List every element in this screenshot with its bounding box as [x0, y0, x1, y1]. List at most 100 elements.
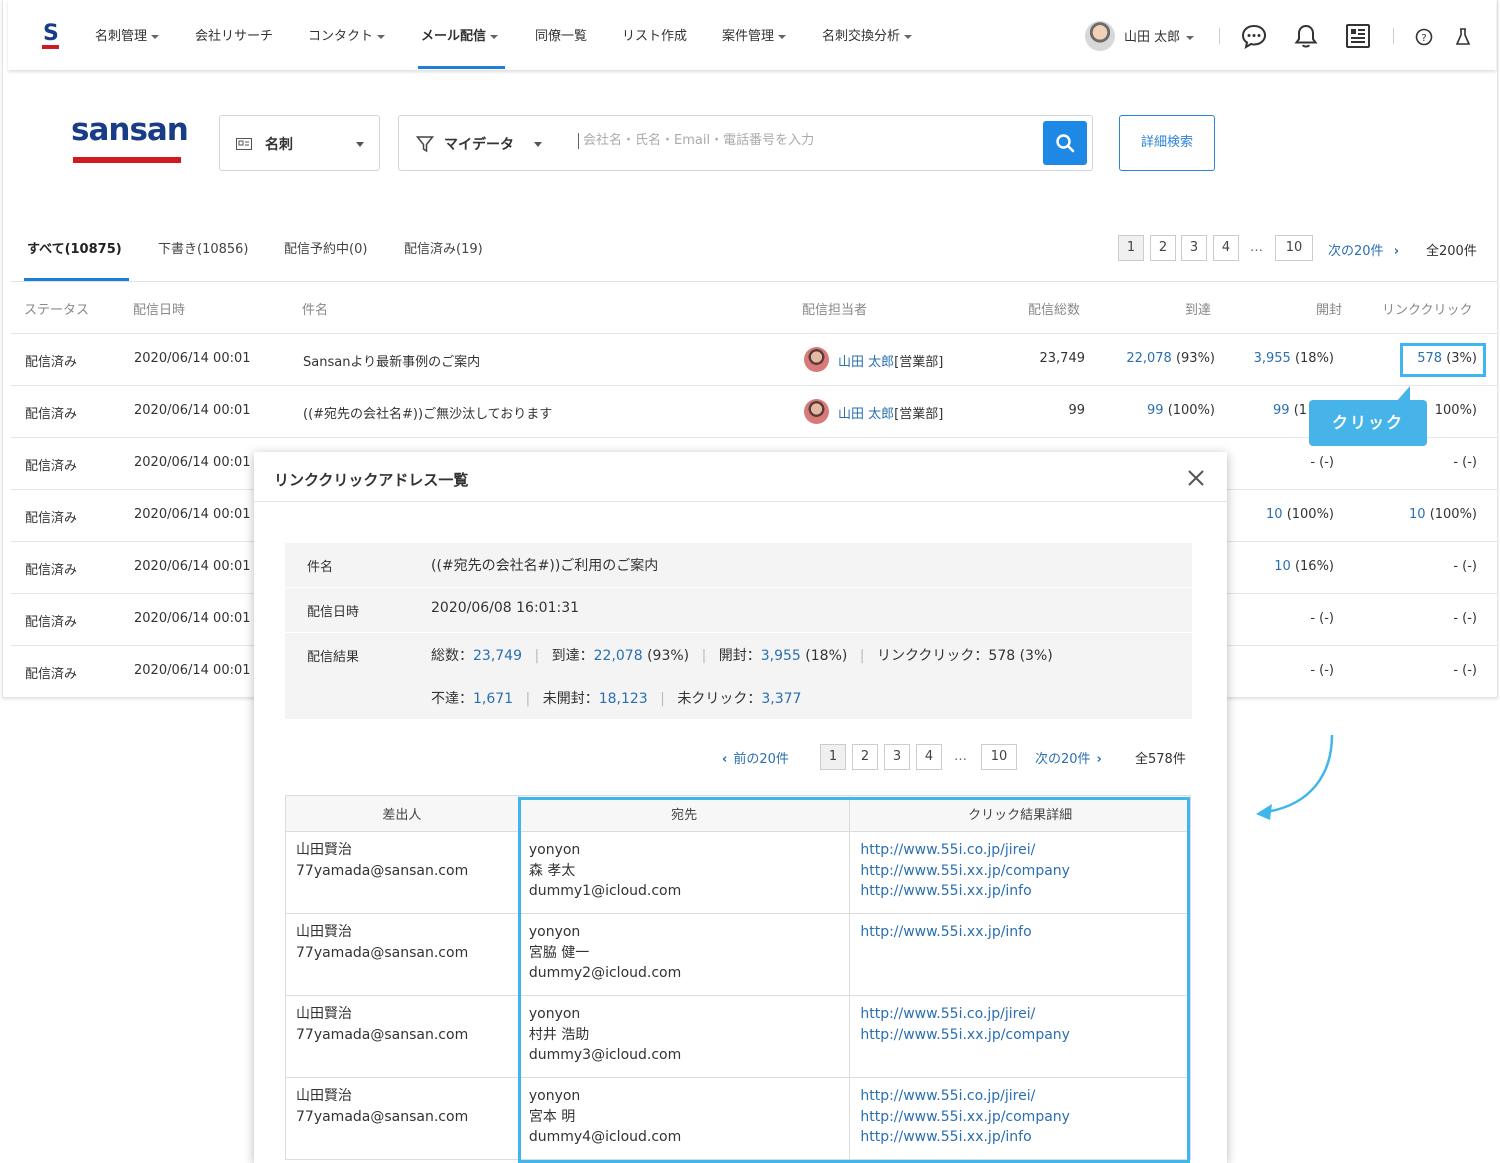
subject-link[interactable]: Sansanより最新事例のご案内	[303, 351, 480, 370]
filter-icon[interactable]	[416, 135, 434, 153]
page-10[interactable]: 10	[981, 744, 1017, 770]
table-header-row: 差出人 宛先 クリック結果詳細	[285, 795, 1191, 832]
search-input[interactable]: 会社名・氏名・Email・電話番号を入力	[578, 133, 814, 149]
clicked-url-line[interactable]: http://www.55i.xx.jp/company	[860, 861, 1180, 882]
clicked-url-line[interactable]: http://www.55i.xx.jp/info	[860, 1127, 1180, 1148]
total-cell[interactable]: 99	[1068, 403, 1085, 418]
scope-select[interactable]: 名刺	[219, 115, 380, 171]
sansan-logo-icon[interactable]: S	[41, 20, 61, 52]
open-cell: 3,955 (18%)	[1254, 351, 1334, 366]
clicked-url-line[interactable]: http://www.55i.xx.jp/company	[860, 1025, 1180, 1046]
subject-link[interactable]: ((#宛先の会社名#))ご無沙汰しております	[303, 403, 552, 422]
reach-cell: 22,078 (93%)	[1126, 351, 1215, 366]
close-icon[interactable]	[1186, 468, 1206, 488]
reach-count[interactable]: 22,078	[1126, 351, 1172, 366]
page-2[interactable]: 2	[1150, 235, 1176, 261]
clicked-url-line[interactable]: http://www.55i.xx.jp/company	[860, 1107, 1180, 1128]
chevron-down-icon[interactable]	[534, 142, 542, 147]
owner-dept: [営業部]	[894, 355, 944, 370]
nav-colleagues[interactable]: 同僚一覧	[535, 25, 587, 44]
recipient-line: yonyon	[528, 842, 581, 858]
owner-link[interactable]: 山田 太郎	[838, 407, 894, 422]
open-cell: 10 (16%)	[1274, 559, 1334, 574]
table-row[interactable]: 配信済み 2020/06/14 00:01 ((#宛先の会社名#))ご無沙汰して…	[11, 385, 1497, 437]
page-2[interactable]: 2	[852, 744, 878, 770]
clicked-url-cell: http://www.55i.co.jp/jirei/http://www.55…	[849, 995, 1191, 1078]
open-count[interactable]: 10	[1274, 559, 1291, 574]
link-click-cell: - (-)	[1453, 455, 1477, 470]
tab-scheduled[interactable]: 配信予約中(0)	[284, 238, 367, 257]
total-cell[interactable]: 23,749	[1040, 351, 1086, 366]
prev-page-label: 前の20件	[733, 752, 789, 767]
chat-icon[interactable]	[1241, 23, 1267, 49]
user-avatar[interactable]	[1085, 21, 1115, 51]
clicked-url-line[interactable]: http://www.55i.co.jp/jirei/	[860, 1086, 1180, 1107]
open-count[interactable]: 3,955	[1254, 351, 1291, 366]
separator: |	[660, 691, 665, 707]
page-4[interactable]: 4	[916, 744, 942, 770]
open-count[interactable]: 99	[1273, 403, 1290, 418]
chevron-down-icon	[490, 34, 499, 39]
news-icon[interactable]	[1345, 23, 1371, 49]
help-icon[interactable]: ?	[1415, 28, 1433, 46]
prev-page-link[interactable]: ‹ 前の20件	[722, 748, 789, 767]
search-icon	[1056, 134, 1075, 153]
bell-icon[interactable]	[1293, 23, 1319, 49]
unopened-link[interactable]: 18,123	[599, 691, 648, 707]
nav-label: 名刺交換分析	[822, 29, 901, 44]
link-click-cell[interactable]: 100%)	[1435, 403, 1477, 418]
total-link[interactable]: 23,749	[473, 648, 522, 664]
page-1[interactable]: 1	[1118, 235, 1144, 261]
advanced-search-button[interactable]: 詳細検索	[1119, 115, 1215, 171]
tab-all[interactable]: すべて(10875)	[27, 238, 122, 257]
unclicked-link[interactable]: 3,377	[761, 691, 801, 707]
nav-company-research[interactable]: 会社リサーチ	[195, 25, 273, 44]
reach-percent: (93%)	[647, 648, 690, 664]
tab-sent[interactable]: 配信済み(19)	[404, 238, 483, 257]
nav-label: 名刺管理	[95, 29, 148, 44]
clicked-url-line[interactable]: http://www.55i.co.jp/jirei/	[860, 1004, 1180, 1025]
undelivered-link[interactable]: 1,671	[473, 691, 513, 707]
nav-deal-management[interactable]: 案件管理	[722, 25, 787, 44]
page-3[interactable]: 3	[884, 744, 910, 770]
flask-icon[interactable]	[1455, 27, 1471, 47]
reach-link[interactable]: 22,078	[594, 648, 643, 664]
user-menu[interactable]: 山田 太郎	[1124, 26, 1195, 45]
page-4[interactable]: 4	[1213, 235, 1239, 261]
nav-mail-delivery[interactable]: メール配信	[421, 25, 499, 44]
next-page-link[interactable]: 次の20件 ›	[1328, 240, 1399, 259]
link-click-cell[interactable]: 10 (100%)	[1409, 507, 1477, 522]
page-10[interactable]: 10	[1275, 235, 1313, 261]
page-3[interactable]: 3	[1181, 235, 1207, 261]
open-label: 開封：	[718, 648, 761, 664]
recipient-line: dummy2@icloud.com	[528, 965, 682, 981]
undelivered-label: 不達：	[431, 691, 473, 707]
open-link[interactable]: 3,955	[761, 648, 801, 664]
page-1[interactable]: 1	[820, 744, 846, 770]
sender-line: 山田賢治	[296, 1088, 352, 1104]
nav-exchange-analysis[interactable]: 名刺交換分析	[822, 25, 913, 44]
open-cell: - (-)	[1310, 455, 1334, 470]
tab-draft[interactable]: 下書き(10856)	[158, 238, 249, 257]
next-page-link[interactable]: 次の20件 ›	[1035, 748, 1102, 767]
clicked-url-line[interactable]: http://www.55i.xx.jp/info	[860, 881, 1180, 902]
modal-header: リンククリックアドレス一覧	[254, 452, 1227, 502]
owner-link[interactable]: 山田 太郎	[838, 355, 894, 370]
filter-select-value[interactable]: マイデータ	[444, 134, 514, 154]
nav-list-create[interactable]: リスト作成	[622, 25, 687, 44]
date-cell: 2020/06/14 00:01	[134, 507, 251, 522]
col-click-detail: クリック結果詳細	[849, 795, 1191, 832]
search-button[interactable]	[1043, 121, 1087, 165]
clicked-url-line[interactable]: http://www.55i.xx.jp/info	[860, 922, 1180, 943]
reach-count[interactable]: 99	[1147, 403, 1164, 418]
table-row[interactable]: 配信済み 2020/06/14 00:01 Sansanより最新事例のご案内 山…	[11, 333, 1497, 385]
sender-line: 77yamada@sansan.com	[296, 1026, 469, 1043]
sender-line: 77yamada@sansan.com	[296, 1108, 469, 1125]
clicked-url-line[interactable]: http://www.55i.co.jp/jirei/	[860, 840, 1180, 861]
click-count[interactable]: 10	[1409, 507, 1426, 522]
nav-contact[interactable]: コンタクト	[308, 25, 386, 44]
scope-select-value: 名刺	[265, 137, 293, 153]
open-count[interactable]: 10	[1266, 507, 1283, 522]
col-sender: 差出人	[285, 795, 519, 832]
nav-meishi-kanri[interactable]: 名刺管理	[95, 25, 160, 44]
